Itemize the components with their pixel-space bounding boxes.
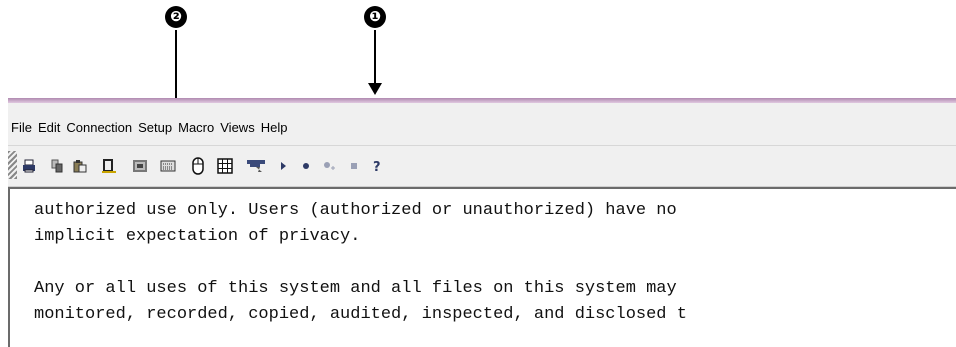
terminal-line: authorized use only. Users (authorized o…: [34, 201, 677, 220]
toolbar: ?: [8, 146, 956, 187]
menu-macro[interactable]: Macro: [178, 120, 214, 135]
svg-text:?: ?: [373, 160, 381, 173]
menu-connection[interactable]: Connection: [66, 120, 132, 135]
menu-bar: File Edit Connection Setup Macro Views H…: [8, 103, 956, 146]
menu-help[interactable]: Help: [261, 120, 288, 135]
help-icon[interactable]: ?: [368, 157, 386, 175]
menu-views[interactable]: Views: [220, 120, 254, 135]
keypad-icon[interactable]: [159, 157, 177, 175]
print-icon[interactable]: [20, 157, 38, 175]
menu-edit[interactable]: Edit: [38, 120, 60, 135]
record-macro-icon[interactable]: [297, 157, 315, 175]
stop-macro-icon[interactable]: [345, 157, 363, 175]
copy-icon[interactable]: [48, 157, 66, 175]
transfer-icon[interactable]: [245, 157, 267, 175]
pause-macro-icon[interactable]: [320, 157, 338, 175]
toolbar-grip[interactable]: [8, 151, 17, 179]
terminal-screen[interactable]: authorized use only. Users (authorized o…: [8, 187, 956, 347]
callout-1-arrow-head: [368, 83, 382, 95]
grid-icon[interactable]: [216, 157, 234, 175]
mouse-icon[interactable]: [189, 157, 207, 175]
screen-icon[interactable]: [131, 157, 149, 175]
play-macro-icon[interactable]: [274, 157, 292, 175]
callout-2: ❷: [165, 6, 187, 28]
callout-1: ❶: [364, 6, 386, 28]
terminal-line: implicit expectation of privacy.: [34, 227, 361, 246]
terminal-line: monitored, recorded, copied, audited, in…: [34, 305, 687, 324]
callout-1-arrow: [374, 30, 376, 84]
menu-file[interactable]: File: [11, 120, 32, 135]
terminal-window: File Edit Connection Setup Macro Views H…: [8, 98, 956, 347]
terminal-line: Any or all uses of this system and all f…: [34, 279, 677, 298]
menu-setup[interactable]: Setup: [138, 120, 172, 135]
paste-icon[interactable]: [71, 157, 89, 175]
paste-special-icon[interactable]: [100, 157, 118, 175]
